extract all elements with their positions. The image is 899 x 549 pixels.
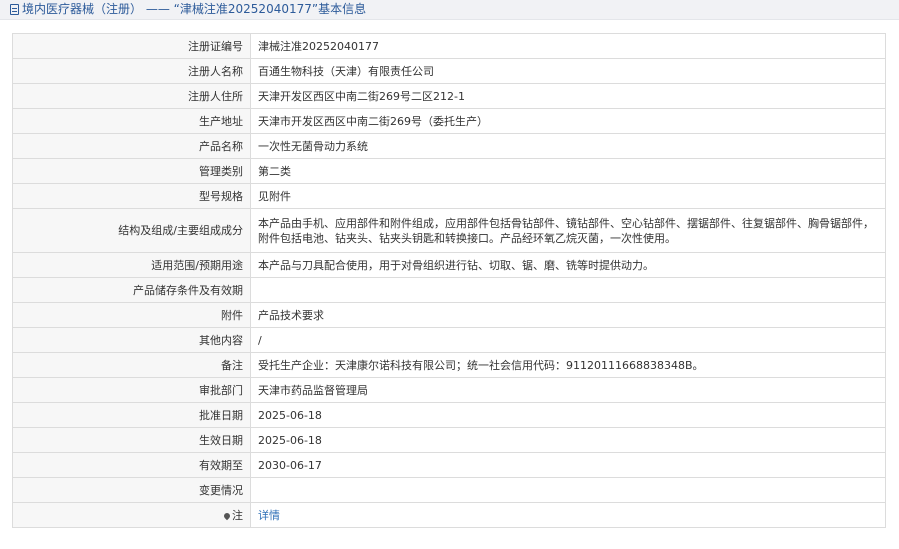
table-row: 产品名称 一次性无菌骨动力系统: [12, 133, 886, 159]
header-title: “津械注准20252040177”基本信息: [173, 2, 367, 16]
row-value: 天津开发区西区中南二街269号二区212-1: [250, 83, 886, 109]
table-row: 审批部门 天津市药品监督管理局: [12, 377, 886, 403]
row-label: 注册证编号: [12, 33, 251, 59]
note-label-cell: 注: [12, 502, 251, 528]
table-row: 注册证编号 津械注准20252040177: [12, 33, 886, 59]
row-value: 2025-06-18: [250, 402, 886, 428]
row-label: 附件: [12, 302, 251, 328]
row-value: 天津市药品监督管理局: [250, 377, 886, 403]
row-label: 备注: [12, 352, 251, 378]
table-row: 批准日期 2025-06-18: [12, 402, 886, 428]
table-row: 附件 产品技术要求: [12, 302, 886, 328]
row-label: 其他内容: [12, 327, 251, 353]
table-row: 注册人名称 百通生物科技（天津）有限责任公司: [12, 58, 886, 84]
row-label: 产品储存条件及有效期: [12, 277, 251, 303]
row-label: 有效期至: [12, 452, 251, 478]
row-value: 津械注准20252040177: [250, 33, 886, 59]
table-row: 生产地址 天津市开发区西区中南二街269号（委托生产）: [12, 108, 886, 134]
row-value: 第二类: [250, 158, 886, 184]
row-value: /: [250, 327, 886, 353]
page-header: 境内医疗器械（注册） —— “津械注准20252040177”基本信息: [0, 0, 899, 20]
table-row: 其他内容 /: [12, 327, 886, 353]
table-row: 产品储存条件及有效期: [12, 277, 886, 303]
row-label: 适用范围/预期用途: [12, 252, 251, 278]
detail-table-wrapper: 注册证编号 津械注准20252040177 注册人名称 百通生物科技（天津）有限责任…: [12, 33, 886, 528]
row-label: 产品名称: [12, 133, 251, 159]
note-value-cell: 详情: [250, 502, 886, 528]
row-label: 生效日期: [12, 427, 251, 453]
header-category: 境内医疗器械（注册）: [22, 2, 143, 16]
table-row: 型号规格 见附件: [12, 183, 886, 209]
row-value: 本产品由手机、应用部件和附件组成，应用部件包括骨钻部件、镜钻部件、空心钻部件、摆…: [250, 208, 886, 253]
row-label: 管理类别: [12, 158, 251, 184]
table-row: 有效期至 2030-06-17: [12, 452, 886, 478]
row-value: 见附件: [250, 183, 886, 209]
row-label: 批准日期: [12, 402, 251, 428]
row-value: 受托生产企业：天津康尔诺科技有限公司；统一社会信用代码：911201116688…: [250, 352, 886, 378]
row-value: 2030-06-17: [250, 452, 886, 478]
header-separator: ——: [145, 2, 170, 16]
row-value: 天津市开发区西区中南二街269号（委托生产）: [250, 108, 886, 134]
table-row: 变更情况: [12, 477, 886, 503]
table-row: 结构及组成/主要组成成分 本产品由手机、应用部件和附件组成，应用部件包括骨钻部件、…: [12, 208, 886, 253]
row-label: 生产地址: [12, 108, 251, 134]
row-value: [250, 477, 886, 503]
row-value: 百通生物科技（天津）有限责任公司: [250, 58, 886, 84]
row-value: 2025-06-18: [250, 427, 886, 453]
detail-table: 注册证编号 津械注准20252040177 注册人名称 百通生物科技（天津）有限责任…: [12, 33, 886, 528]
table-row: 适用范围/预期用途 本产品与刀具配合使用，用于对骨组织进行钻、切取、锯、磨、铣等时…: [12, 252, 886, 278]
row-value: 产品技术要求: [250, 302, 886, 328]
row-label: 注册人住所: [12, 83, 251, 109]
row-label: 注册人名称: [12, 58, 251, 84]
row-label: 变更情况: [12, 477, 251, 503]
row-label: 审批部门: [12, 377, 251, 403]
row-label: 型号规格: [12, 183, 251, 209]
note-label: 注: [232, 508, 243, 522]
table-row-note: 注 详情: [12, 502, 886, 528]
document-icon: [10, 4, 19, 15]
table-row: 生效日期 2025-06-18: [12, 427, 886, 453]
table-row: 管理类别 第二类: [12, 158, 886, 184]
row-value: 一次性无菌骨动力系统: [250, 133, 886, 159]
details-link[interactable]: 详情: [258, 509, 280, 522]
row-label: 结构及组成/主要组成成分: [12, 208, 251, 253]
table-row: 备注 受托生产企业：天津康尔诺科技有限公司；统一社会信用代码：9112011166…: [12, 352, 886, 378]
row-value: 本产品与刀具配合使用，用于对骨组织进行钻、切取、锯、磨、铣等时提供动力。: [250, 252, 886, 278]
table-row: 注册人住所 天津开发区西区中南二街269号二区212-1: [12, 83, 886, 109]
row-value: [250, 277, 886, 303]
pin-icon: [222, 511, 232, 520]
